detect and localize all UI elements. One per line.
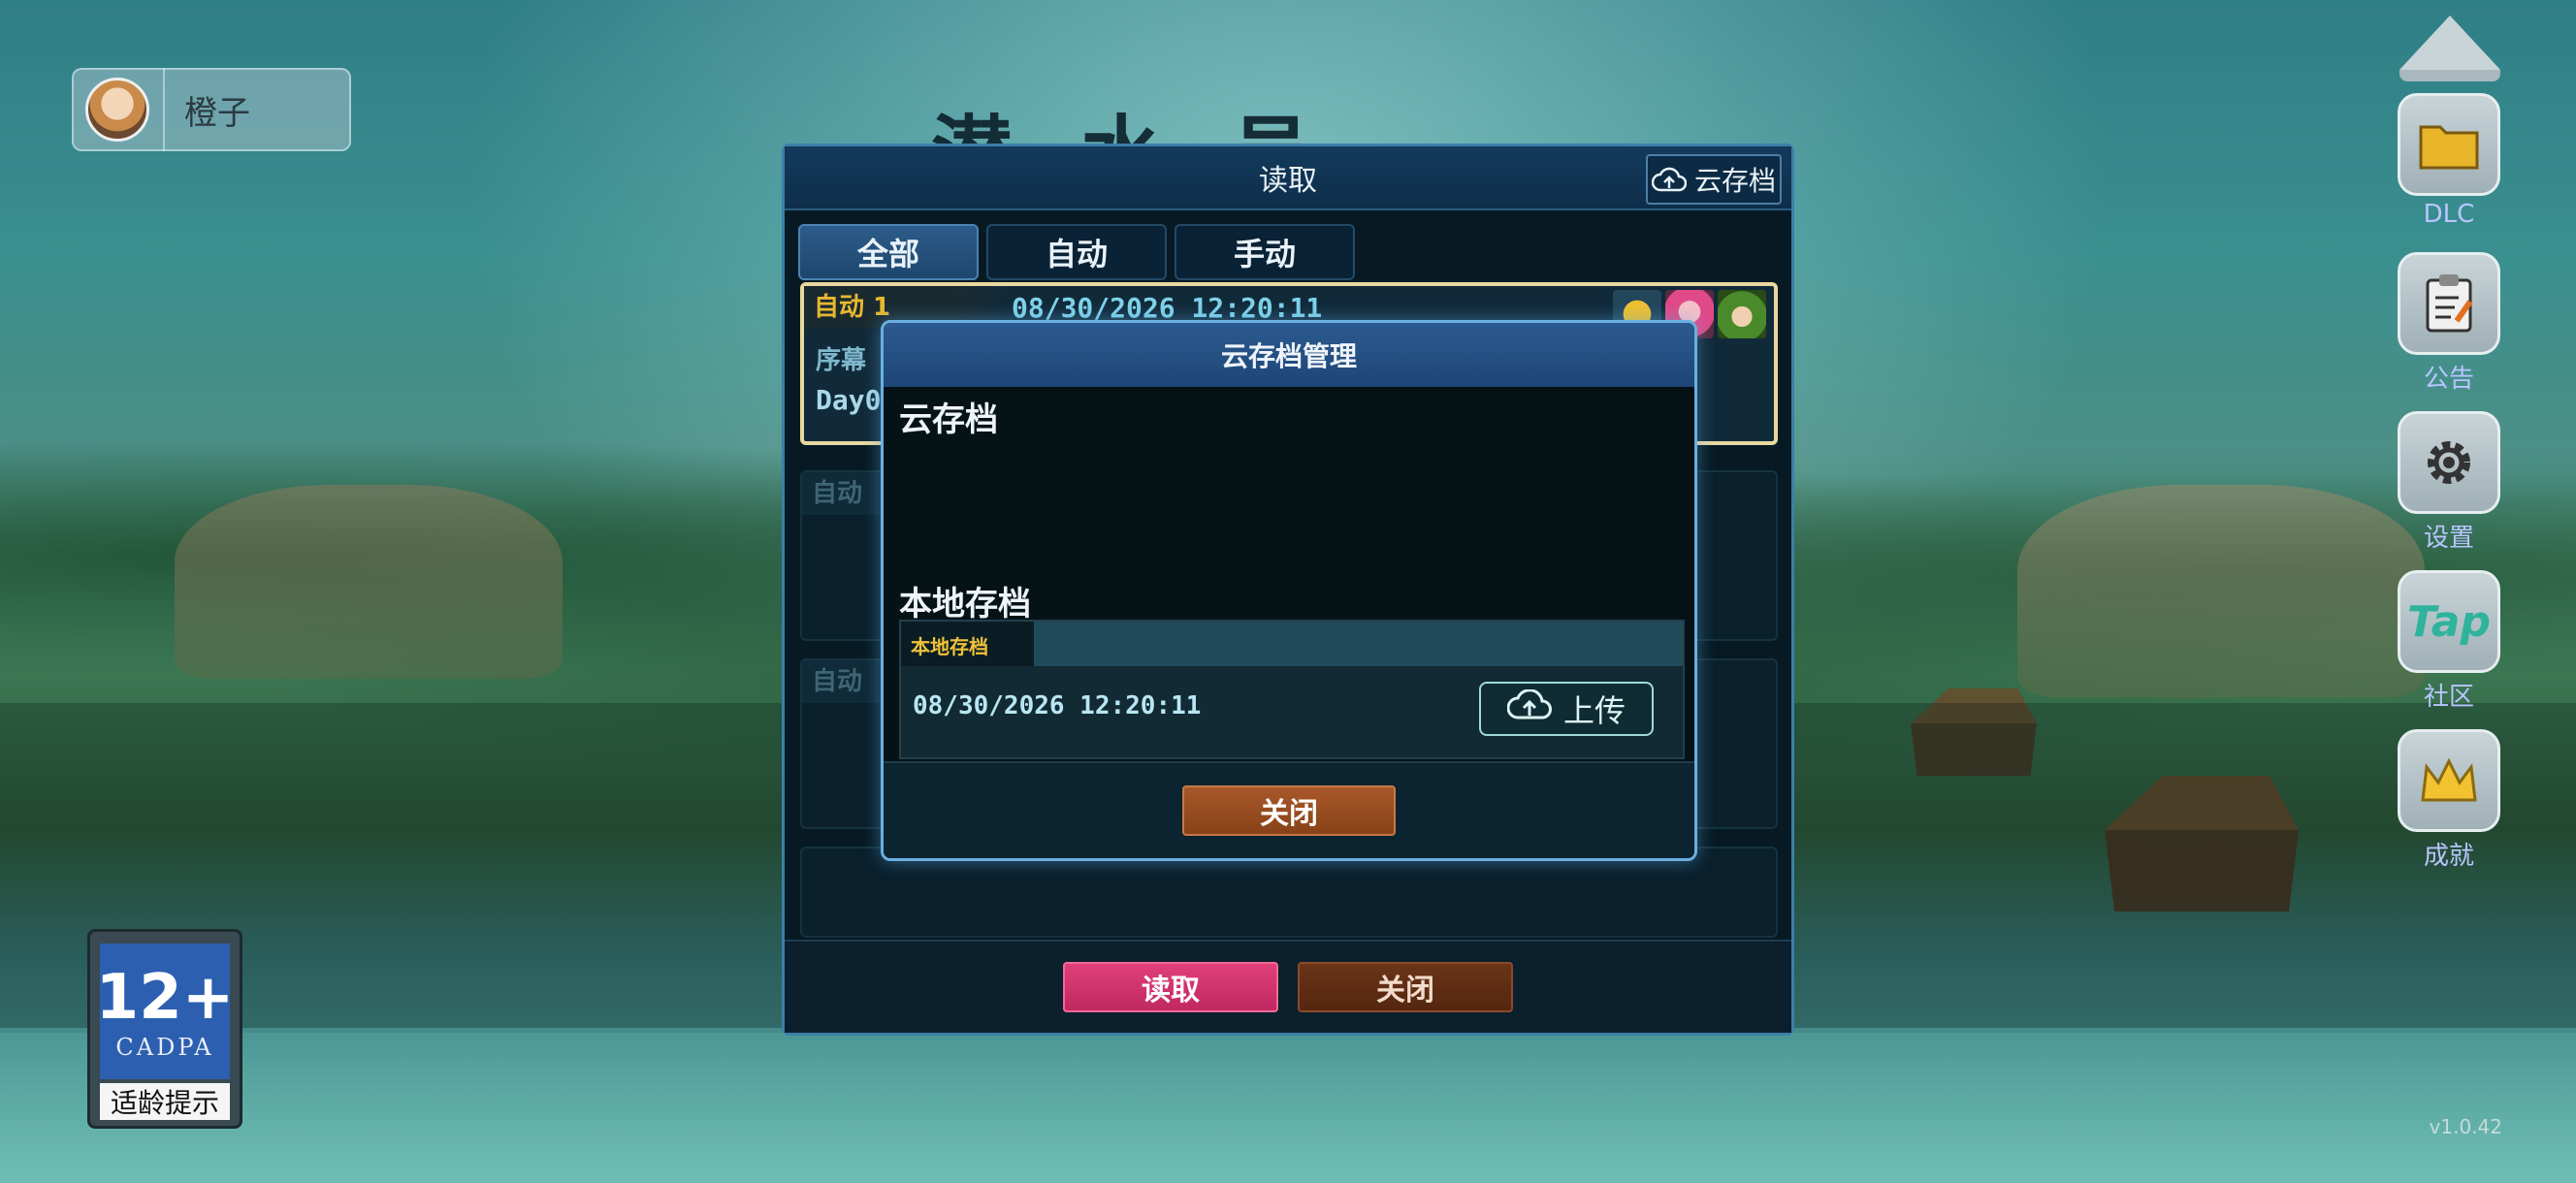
side-item-notice[interactable]: 公告	[2396, 252, 2502, 395]
close-button[interactable]: 关闭	[1298, 962, 1513, 1012]
age-rating-badge: 12+ CADPA 适龄提示	[87, 929, 242, 1129]
side-item-achievements[interactable]: 成就	[2396, 729, 2502, 872]
folder-icon	[2398, 93, 2500, 196]
age-rating-top: 12+ CADPA	[96, 943, 234, 1079]
crown-icon	[2398, 729, 2500, 832]
cloud-save-dialog-title: 云存档管理	[884, 323, 1694, 387]
tab-auto[interactable]: 自动	[986, 224, 1167, 280]
save-filter-tabs: 全部 自动 手动	[785, 210, 1791, 280]
local-save-card[interactable]: 本地存档 08/30/2026 12:20:11 上传	[899, 620, 1685, 759]
save-slot-tag: 自动	[802, 660, 880, 703]
background-cliff-right	[2017, 485, 2425, 698]
read-panel-title: 读取	[1259, 164, 1317, 198]
portrait-icon	[1718, 290, 1766, 338]
cloud-save-dialog-footer: 关闭	[884, 761, 1694, 858]
cloud-save-button[interactable]: 云存档	[1646, 154, 1782, 205]
read-panel-footer: 读取 关闭	[785, 940, 1791, 1033]
save-slot-date: 08/30/2026 12:20:11	[1012, 291, 1323, 324]
upload-label: 上传	[1562, 692, 1626, 729]
local-save-section-title: 本地存档	[899, 585, 1031, 623]
read-button[interactable]: 读取	[1063, 962, 1278, 1012]
age-rating-number: 12+	[95, 962, 235, 1034]
local-save-card-divider	[1038, 622, 1084, 666]
side-item-label: 设置	[2423, 524, 2474, 553]
version-label: v1.0.42	[2429, 1115, 2502, 1138]
player-badge-divider	[163, 68, 165, 151]
side-item-label: 公告	[2423, 365, 2474, 394]
side-item-community[interactable]: Tap 社区	[2396, 570, 2502, 713]
side-item-settings[interactable]: 设置	[2396, 411, 2502, 554]
tab-manual[interactable]: 手动	[1175, 224, 1355, 280]
side-item-dlc[interactable]: DLC	[2396, 93, 2502, 229]
age-rating-caption: 适龄提示	[100, 1083, 230, 1120]
local-save-tag: 本地存档	[911, 635, 988, 658]
tap-logo-text: Tap	[2407, 596, 2491, 647]
cloud-upload-icon	[1506, 688, 1552, 728]
background-cliff-left	[175, 485, 563, 679]
clipboard-icon	[2398, 252, 2500, 355]
local-save-card-header: 本地存档	[901, 622, 1683, 666]
dialog-close-button[interactable]: 关闭	[1182, 785, 1396, 836]
side-item-label: DLC	[2423, 200, 2475, 229]
cloud-save-label: 云存档	[1693, 165, 1776, 197]
cloud-save-dialog: 云存档管理 云存档 本地存档 本地存档 08/30/2026 12:20:11 …	[881, 320, 1697, 861]
cloud-upload-icon	[1651, 167, 1687, 192]
side-item-label: 成就	[2423, 842, 2474, 871]
age-rating-org: CADPA	[115, 1034, 214, 1061]
read-panel-header: 读取 云存档	[785, 146, 1791, 210]
local-save-date: 08/30/2026 12:20:11	[913, 691, 1202, 720]
tab-all[interactable]: 全部	[798, 224, 979, 280]
collapse-arrow-icon[interactable]	[2399, 16, 2500, 70]
tap-icon: Tap	[2398, 570, 2500, 673]
avatar	[85, 78, 149, 142]
background-water	[0, 1028, 2576, 1183]
side-item-label: 社区	[2423, 683, 2474, 712]
cloud-save-section-title: 云存档	[899, 400, 998, 439]
save-slot-tag: 自动	[802, 472, 880, 515]
save-slot-tag	[802, 848, 880, 891]
gear-icon	[2398, 411, 2500, 514]
player-name: 橙子	[184, 93, 250, 133]
upload-button[interactable]: 上传	[1479, 682, 1654, 736]
collapse-arrow-base	[2399, 70, 2500, 81]
player-badge[interactable]: 橙子	[72, 68, 351, 151]
